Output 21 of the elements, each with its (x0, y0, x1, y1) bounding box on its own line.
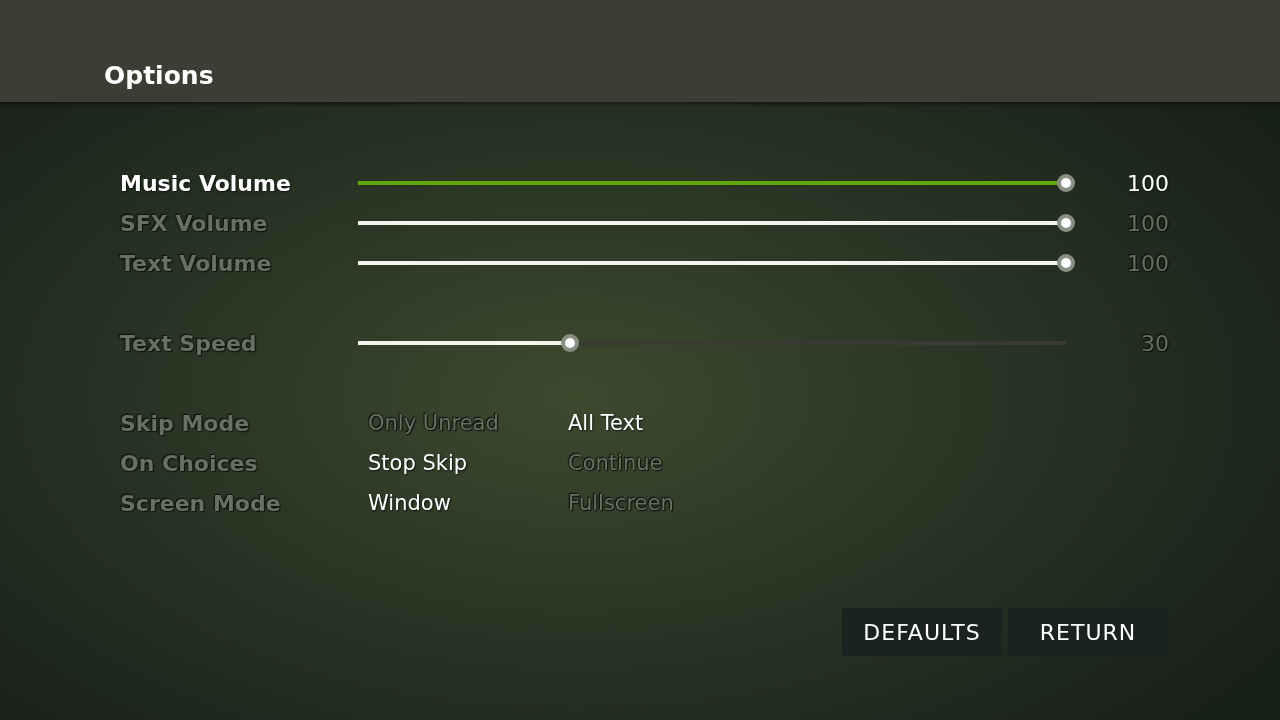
slider-thumb[interactable] (1057, 254, 1075, 272)
slider-thumb[interactable] (561, 334, 580, 352)
setting-label: On Choices (120, 450, 259, 476)
menu-button[interactable]: RETURN (1008, 608, 1168, 656)
slider-value: 100 (1126, 170, 1169, 196)
slider-value: 100 (1126, 210, 1169, 236)
choice-option[interactable]: Window (368, 491, 568, 515)
choice-option[interactable]: Stop Skip (368, 451, 568, 475)
menu-button[interactable]: DEFAULTS (842, 608, 1002, 656)
slider-thumb[interactable] (1057, 214, 1075, 232)
slider-value: 30 (1140, 330, 1169, 356)
choice-option[interactable]: All Text (568, 411, 768, 435)
screen-title: Options (104, 61, 214, 90)
slider-thumb[interactable] (1057, 174, 1075, 192)
setting-label: Text Volume (120, 250, 273, 276)
setting-label: Text Speed (120, 330, 258, 356)
setting-label: Skip Mode (120, 410, 251, 436)
setting-label: Music Volume (120, 170, 292, 196)
setting-label: Screen Mode (120, 490, 282, 516)
slider-value: 100 (1126, 250, 1169, 276)
setting-label: SFX Volume (120, 210, 269, 236)
